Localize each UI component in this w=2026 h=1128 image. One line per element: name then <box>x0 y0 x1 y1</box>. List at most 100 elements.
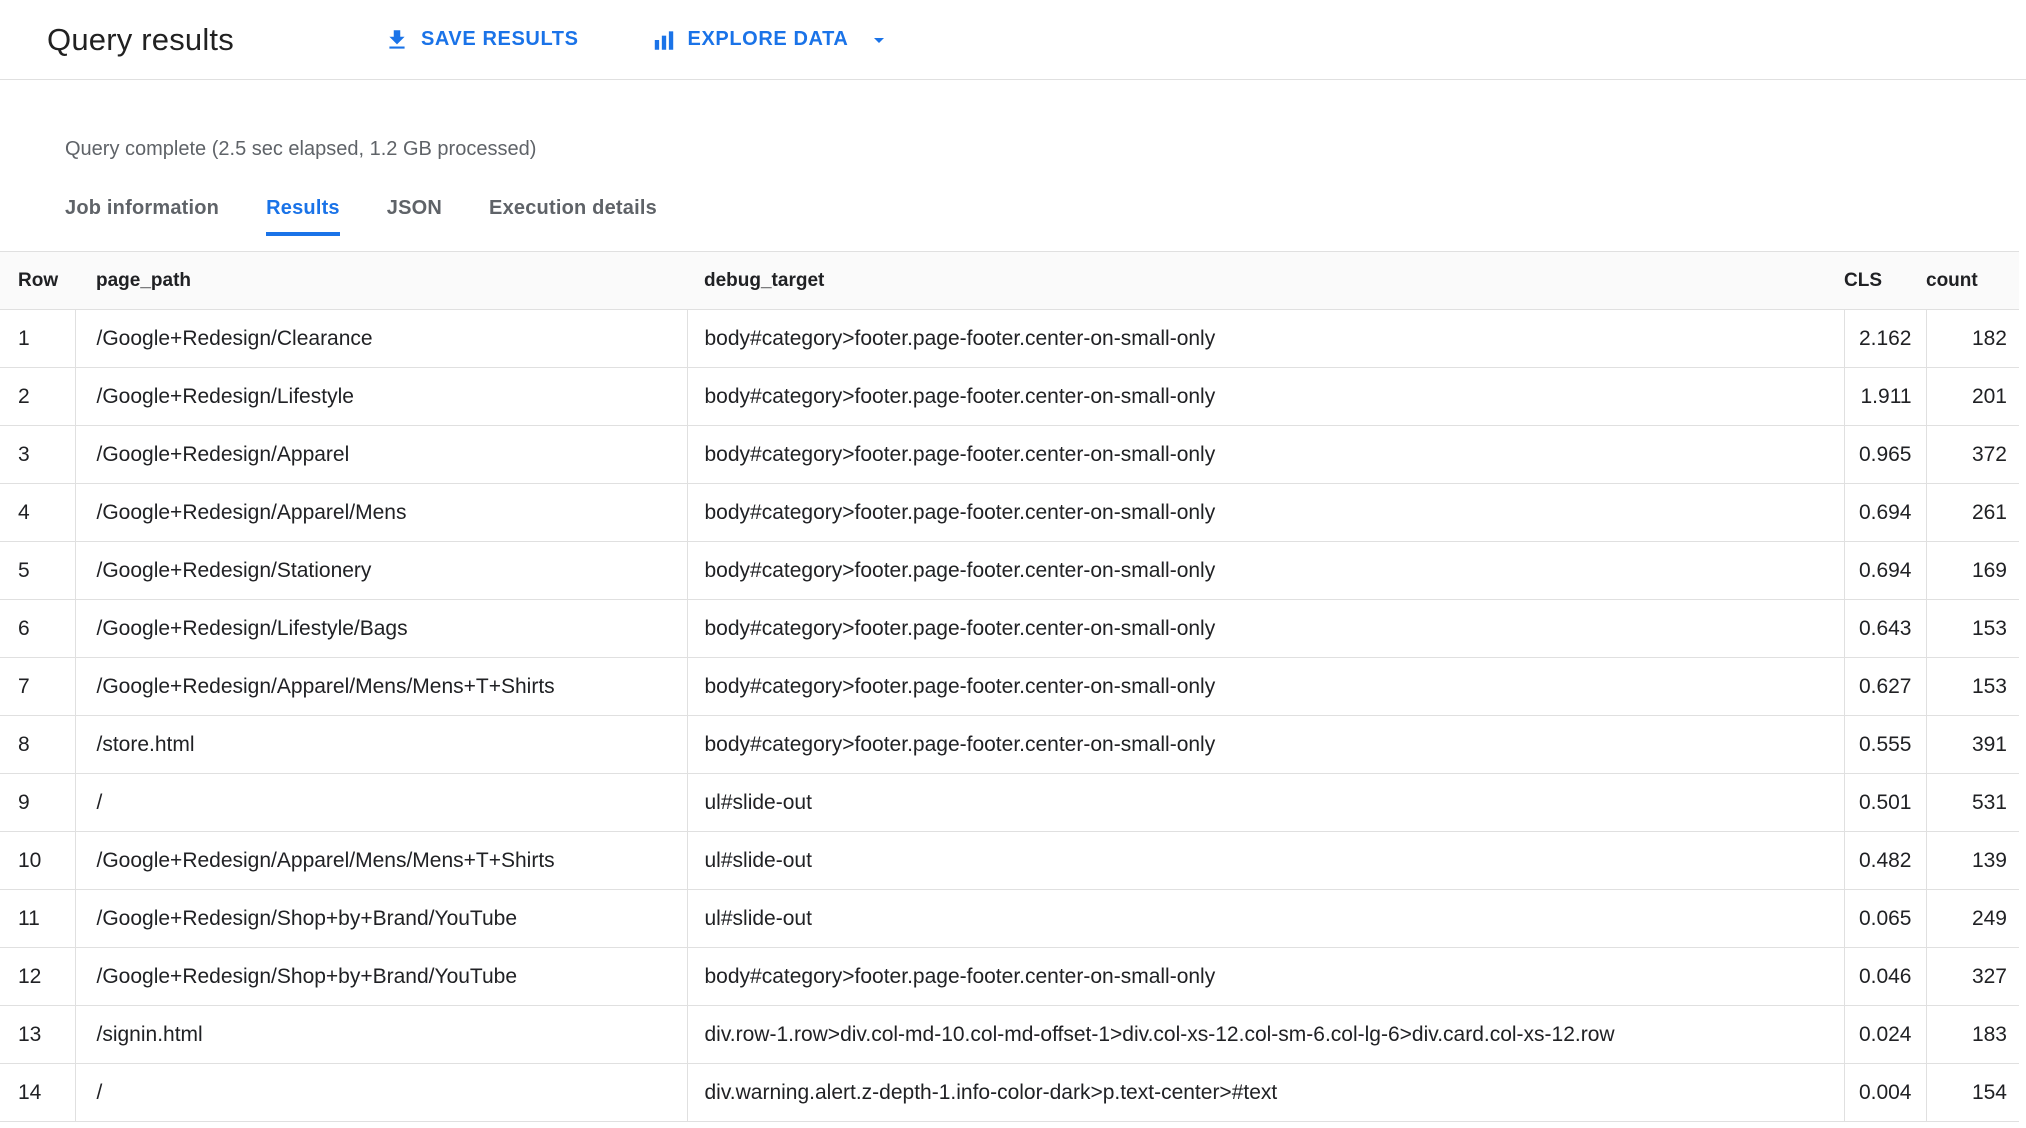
download-icon <box>389 29 405 49</box>
tab-json[interactable]: JSON <box>387 197 442 236</box>
column-header-page-path: page_path <box>75 251 687 310</box>
arrow-drop-down-icon <box>874 37 885 43</box>
table-row: 1 /Google+Redesign/Clearance body#catego… <box>0 309 2019 368</box>
debug-target-cell: body#category>footer.page-footer.center-… <box>687 425 1845 484</box>
page-path-cell: /Google+Redesign/Clearance <box>75 309 688 368</box>
debug-target-cell: div.row-1.row>div.col-md-10.col-md-offse… <box>687 1005 1845 1064</box>
results-table-header: Row page_path debug_target CLS count <box>0 251 2019 310</box>
row-number-cell: 2 <box>0 367 76 426</box>
page-path-cell: /Google+Redesign/Apparel/Mens/Mens+T+Shi… <box>75 831 688 890</box>
cls-cell: 0.501 <box>1844 773 1927 832</box>
debug-target-cell: body#category>footer.page-footer.center-… <box>687 657 1845 716</box>
table-row: 12 /Google+Redesign/Shop+by+Brand/YouTub… <box>0 947 2019 1006</box>
column-header-debug-target: debug_target <box>687 251 1844 310</box>
explore-data-label: EXPLORE DATA <box>687 28 849 50</box>
page-path-cell: /store.html <box>75 715 688 774</box>
cls-cell: 0.555 <box>1844 715 1927 774</box>
page-path-cell: /Google+Redesign/Apparel/Mens <box>75 483 688 542</box>
page-path-cell: / <box>75 773 688 832</box>
debug-target-cell: body#category>footer.page-footer.center-… <box>687 947 1845 1006</box>
count-cell: 391 <box>1926 715 2019 774</box>
count-cell: 372 <box>1926 425 2019 484</box>
cls-cell: 0.643 <box>1844 599 1927 658</box>
cls-cell: 0.024 <box>1844 1005 1927 1064</box>
row-number-cell: 1 <box>0 309 76 368</box>
count-cell: 153 <box>1926 599 2019 658</box>
table-row: 5 /Google+Redesign/Stationery body#categ… <box>0 541 2019 600</box>
count-cell: 201 <box>1926 367 2019 426</box>
page-title: Query results <box>47 21 234 57</box>
table-row: 13 /signin.html div.row-1.row>div.col-md… <box>0 1005 2019 1064</box>
count-cell: 139 <box>1926 831 2019 890</box>
page-path-cell: /Google+Redesign/Lifestyle <box>75 367 688 426</box>
debug-target-cell: div.warning.alert.z-depth-1.info-color-d… <box>687 1063 1845 1122</box>
row-number-cell: 13 <box>0 1005 76 1064</box>
cls-cell: 0.694 <box>1844 541 1927 600</box>
query-status-text: Query complete (2.5 sec elapsed, 1.2 GB … <box>65 138 537 160</box>
table-row: 10 /Google+Redesign/Apparel/Mens/Mens+T+… <box>0 831 2019 890</box>
table-row: 4 /Google+Redesign/Apparel/Mens body#cat… <box>0 483 2019 542</box>
row-number-cell: 6 <box>0 599 76 658</box>
row-number-cell: 9 <box>0 773 76 832</box>
page-path-cell: /Google+Redesign/Stationery <box>75 541 688 600</box>
count-cell: 154 <box>1926 1063 2019 1122</box>
cls-cell: 0.965 <box>1844 425 1927 484</box>
count-cell: 183 <box>1926 1005 2019 1064</box>
table-row: 8 /store.html body#category>footer.page-… <box>0 715 2019 774</box>
table-row: 7 /Google+Redesign/Apparel/Mens/Mens+T+S… <box>0 657 2019 716</box>
save-results-button[interactable]: SAVE RESULTS <box>384 27 579 53</box>
cls-cell: 2.162 <box>1844 309 1927 368</box>
row-number-cell: 14 <box>0 1063 76 1122</box>
page-path-cell: /Google+Redesign/Apparel/Mens/Mens+T+Shi… <box>75 657 688 716</box>
row-number-cell: 7 <box>0 657 76 716</box>
debug-target-cell: body#category>footer.page-footer.center-… <box>687 483 1845 542</box>
page-path-cell: /signin.html <box>75 1005 688 1064</box>
save-results-label: SAVE RESULTS <box>420 28 579 50</box>
debug-target-cell: ul#slide-out <box>687 889 1845 948</box>
row-number-cell: 11 <box>0 889 76 948</box>
debug-target-cell: body#category>footer.page-footer.center-… <box>687 309 1845 368</box>
page-path-cell: /Google+Redesign/Shop+by+Brand/YouTube <box>75 947 688 1006</box>
debug-target-cell: body#category>footer.page-footer.center-… <box>687 715 1845 774</box>
page-path-cell: /Google+Redesign/Shop+by+Brand/YouTube <box>75 889 688 948</box>
count-cell: 327 <box>1926 947 2019 1006</box>
explore-data-button[interactable]: EXPLORE DATA <box>651 27 892 53</box>
row-number-cell: 12 <box>0 947 76 1006</box>
debug-target-cell: ul#slide-out <box>687 773 1845 832</box>
count-cell: 531 <box>1926 773 2019 832</box>
tab-execution-details[interactable]: Execution details <box>489 197 657 236</box>
row-number-cell: 8 <box>0 715 76 774</box>
cls-cell: 0.482 <box>1844 831 1927 890</box>
row-number-cell: 4 <box>0 483 76 542</box>
debug-target-cell: body#category>footer.page-footer.center-… <box>687 367 1845 426</box>
table-row: 11 /Google+Redesign/Shop+by+Brand/YouTub… <box>0 889 2019 948</box>
tab-job-information[interactable]: Job information <box>65 197 219 236</box>
debug-target-cell: ul#slide-out <box>687 831 1845 890</box>
debug-target-cell: body#category>footer.page-footer.center-… <box>687 541 1845 600</box>
table-row: 9 / ul#slide-out 0.501 531 <box>0 773 2019 832</box>
results-tabs: Job information Results JSON Execution d… <box>65 197 2026 236</box>
cls-cell: 0.046 <box>1844 947 1927 1006</box>
tab-results[interactable]: Results <box>266 197 340 236</box>
count-cell: 261 <box>1926 483 2019 542</box>
table-row: 3 /Google+Redesign/Apparel body#category… <box>0 425 2019 484</box>
column-header-count: count <box>1926 251 2019 310</box>
cls-cell: 0.004 <box>1844 1063 1927 1122</box>
page-path-cell: /Google+Redesign/Lifestyle/Bags <box>75 599 688 658</box>
count-cell: 169 <box>1926 541 2019 600</box>
row-number-cell: 3 <box>0 425 76 484</box>
column-header-cls: CLS <box>1844 251 1926 310</box>
count-cell: 182 <box>1926 309 2019 368</box>
count-cell: 153 <box>1926 657 2019 716</box>
debug-target-cell: body#category>footer.page-footer.center-… <box>687 599 1845 658</box>
results-header: Query results SAVE RESULTS EXPLORE DATA <box>0 0 2026 80</box>
results-table: Row page_path debug_target CLS count 1 /… <box>0 251 2019 1122</box>
count-cell: 249 <box>1926 889 2019 948</box>
page-path-cell: /Google+Redesign/Apparel <box>75 425 688 484</box>
cls-cell: 1.911 <box>1844 367 1927 426</box>
cls-cell: 0.694 <box>1844 483 1927 542</box>
table-row: 2 /Google+Redesign/Lifestyle body#catego… <box>0 367 2019 426</box>
row-number-cell: 5 <box>0 541 76 600</box>
table-row: 14 / div.warning.alert.z-depth-1.info-co… <box>0 1063 2019 1122</box>
results-table-body: 1 /Google+Redesign/Clearance body#catego… <box>0 309 2019 1122</box>
